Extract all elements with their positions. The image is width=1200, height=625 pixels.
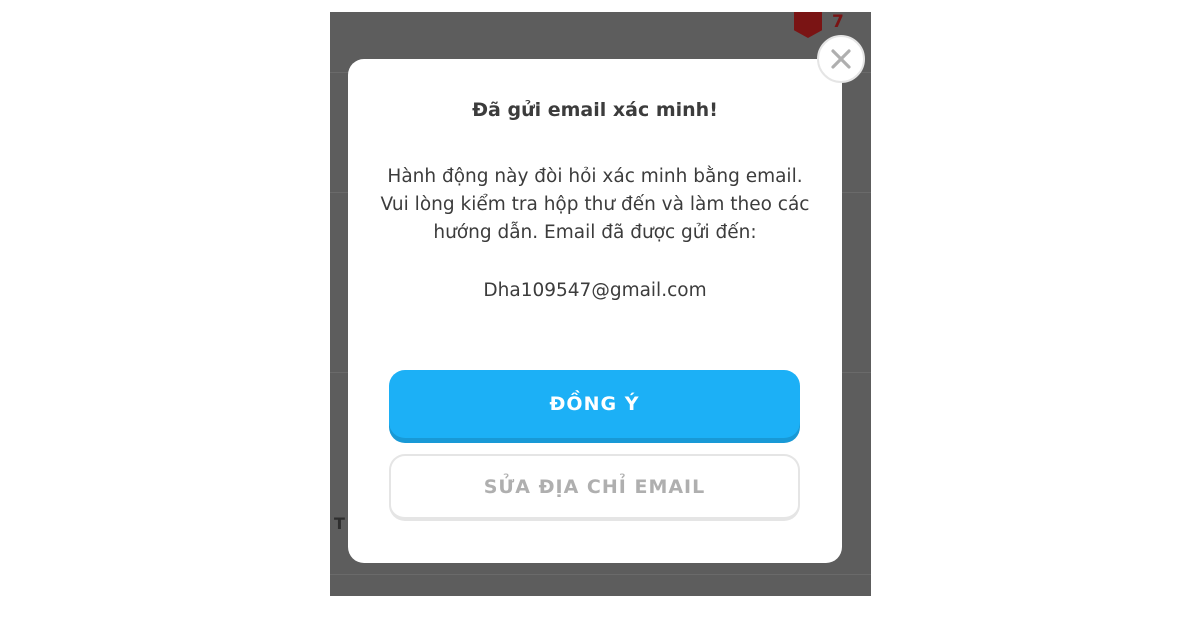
edit-email-button[interactable]: SỬA ĐỊA CHỈ EMAIL [389, 454, 800, 521]
divider [330, 574, 871, 575]
close-icon [831, 49, 851, 69]
agree-button[interactable]: ĐỒNG Ý [389, 370, 800, 438]
dialog-message-line: hướng dẫn. Email đã được gửi đến: [433, 222, 757, 243]
background-partial-text: T [334, 514, 345, 533]
close-button[interactable] [817, 35, 865, 83]
email-address: Dha109547@gmail.com [483, 280, 707, 301]
dialog-message: Hành động này đòi hỏi xác minh bằng emai… [368, 163, 822, 247]
verification-dialog: Đã gửi email xác minh! Hành động này đòi… [348, 59, 842, 563]
gem-icon [794, 12, 822, 38]
gem-count: 7 [832, 12, 844, 32]
dialog-message-line: Hành động này đòi hỏi xác minh bằng emai… [387, 166, 803, 187]
dialog-message-line: Vui lòng kiểm tra hộp thư đến và làm the… [380, 194, 810, 215]
dialog-title: Đã gửi email xác minh! [472, 99, 718, 121]
